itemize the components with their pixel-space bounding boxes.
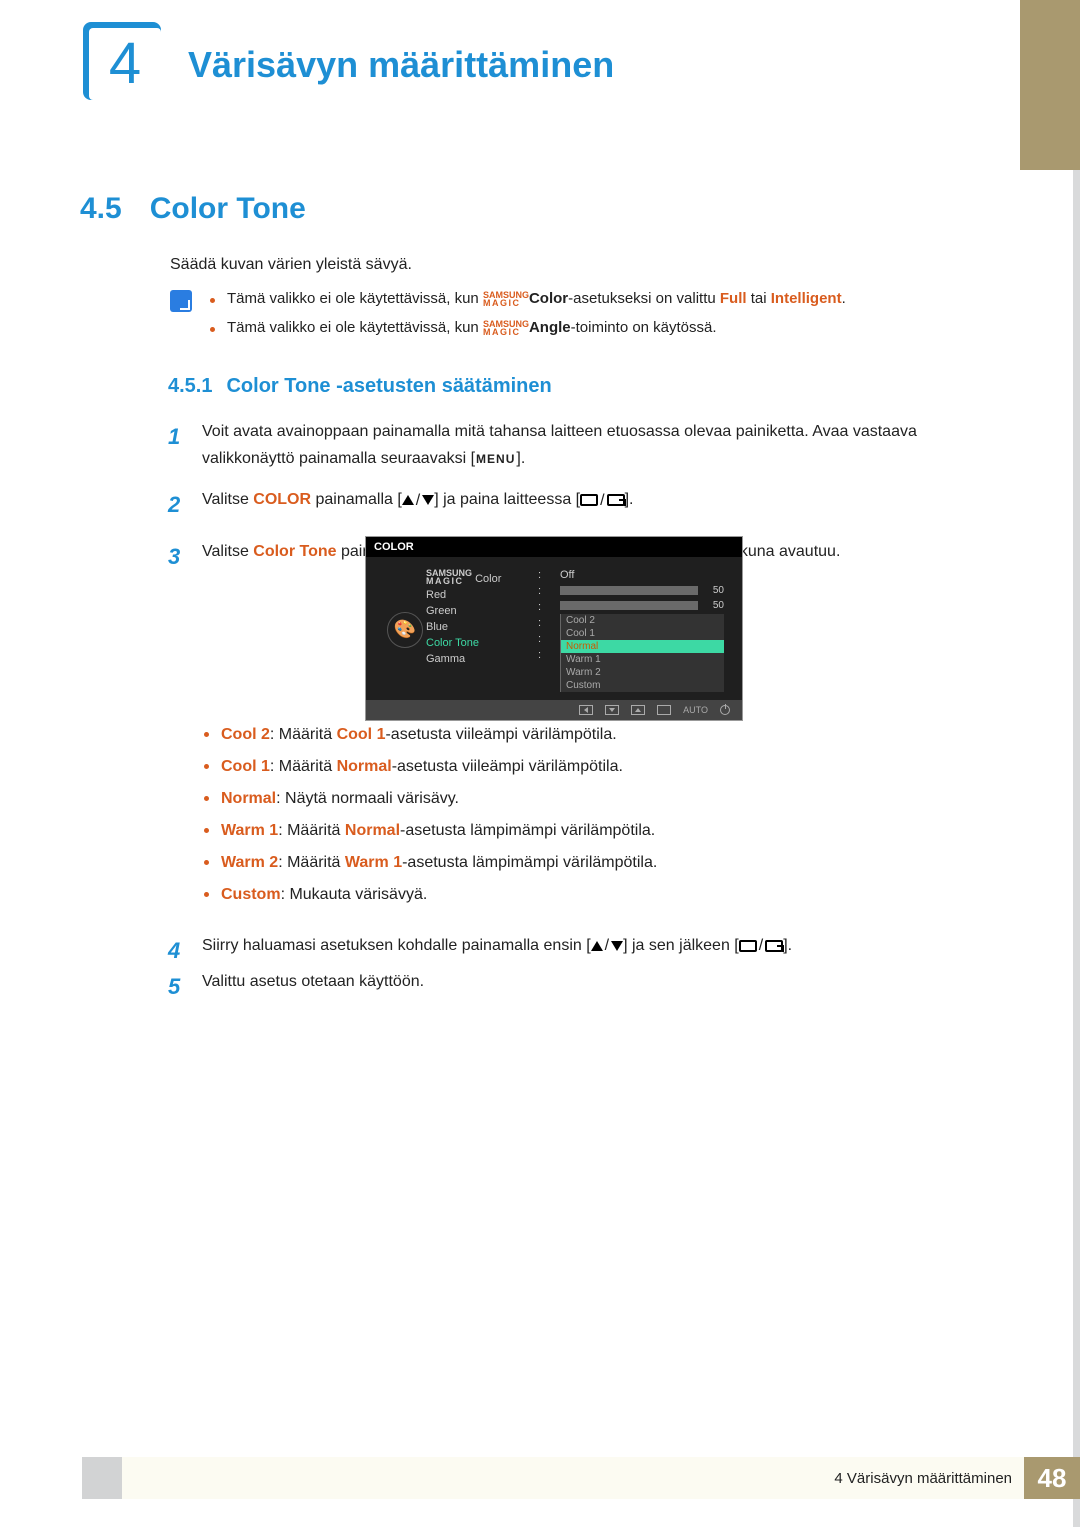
sidebar-accent-bottom [1073, 170, 1080, 1527]
nav-down-icon [605, 705, 619, 715]
osd-dropdown: Cool 2 Cool 1 Normal Warm 1 Warm 2 Custo… [560, 614, 724, 692]
subsection-number: 4.5.1 [168, 375, 212, 398]
nav-left-icon [579, 705, 593, 715]
chapter-number: 4 [109, 35, 141, 93]
step-5: 5 Valittu asetus otetaan käyttöön. [168, 968, 990, 1005]
power-icon [720, 705, 730, 715]
osd-selected-row: Color Tone [426, 635, 538, 651]
up-down-icon: / [591, 932, 623, 959]
chapter-tab: 4 [83, 22, 161, 100]
footer-chapter-ref: 4 Värisävyn määrittäminen [834, 1470, 1012, 1487]
slider-bar [560, 601, 698, 610]
section-number: 4.5 [80, 192, 122, 226]
osd-panel: COLOR 🎨 SAMSUNGMAGIC Color Red Green Blu… [365, 536, 743, 721]
osd-footer: AUTO [366, 700, 742, 720]
list-item: Warm 1: Määritä Normal-asetusta lämpimäm… [204, 822, 980, 840]
intro-text: Säädä kuvan värien yleistä sävyä. [170, 256, 412, 274]
nav-up-icon [631, 705, 645, 715]
subsection-title: Color Tone -asetusten säätäminen [226, 375, 551, 398]
note-icon [170, 290, 192, 312]
palette-icon: 🎨 [387, 612, 423, 648]
source-enter-icon: / [739, 932, 783, 959]
note-block: Tämä valikko ei ole käytettävissä, kun S… [170, 290, 960, 348]
chapter-title: Värisävyn määrittäminen [188, 44, 614, 86]
step-2: 2 Valitse COLOR painamalla [/] ja paina … [168, 486, 990, 523]
sidebar-accent-top [1020, 0, 1080, 170]
list-item: Warm 2: Määritä Warm 1-asetusta lämpimäm… [204, 854, 980, 872]
menu-icon: MENU [475, 452, 516, 466]
page-number: 48 [1024, 1457, 1080, 1499]
step-1: 1 Voit avata avainoppaan painamalla mitä… [168, 418, 990, 472]
list-item: Custom: Mukauta värisävyä. [204, 886, 980, 904]
options-list: Cool 2: Määritä Cool 1-asetusta viileämp… [204, 726, 980, 918]
osd-dropdown-selected: Normal [560, 640, 724, 653]
note-item: Tämä valikko ei ole käytettävissä, kun S… [210, 290, 846, 307]
list-item: Normal: Näytä normaali värisävy. [204, 790, 980, 808]
section-title: Color Tone [150, 192, 306, 226]
slider-bar [560, 586, 698, 595]
list-item: Cool 1: Määritä Normal-asetusta viileämp… [204, 758, 980, 776]
auto-label: AUTO [683, 705, 708, 715]
subsection-heading: 4.5.1 Color Tone -asetusten säätäminen [168, 375, 552, 398]
list-item: Cool 2: Määritä Cool 1-asetusta viileämp… [204, 726, 980, 744]
step-4: 4 Siirry haluamasi asetuksen kohdalle pa… [168, 932, 990, 969]
up-down-icon: / [402, 487, 434, 514]
osd-title: COLOR [366, 537, 742, 557]
note-item: Tämä valikko ei ole käytettävissä, kun S… [210, 319, 846, 336]
nav-enter-icon [657, 705, 671, 715]
section-heading: 4.5 Color Tone [80, 192, 306, 226]
footer-bar: 4 Värisävyn määrittäminen 48 [82, 1457, 1080, 1499]
source-enter-icon: / [580, 487, 624, 514]
